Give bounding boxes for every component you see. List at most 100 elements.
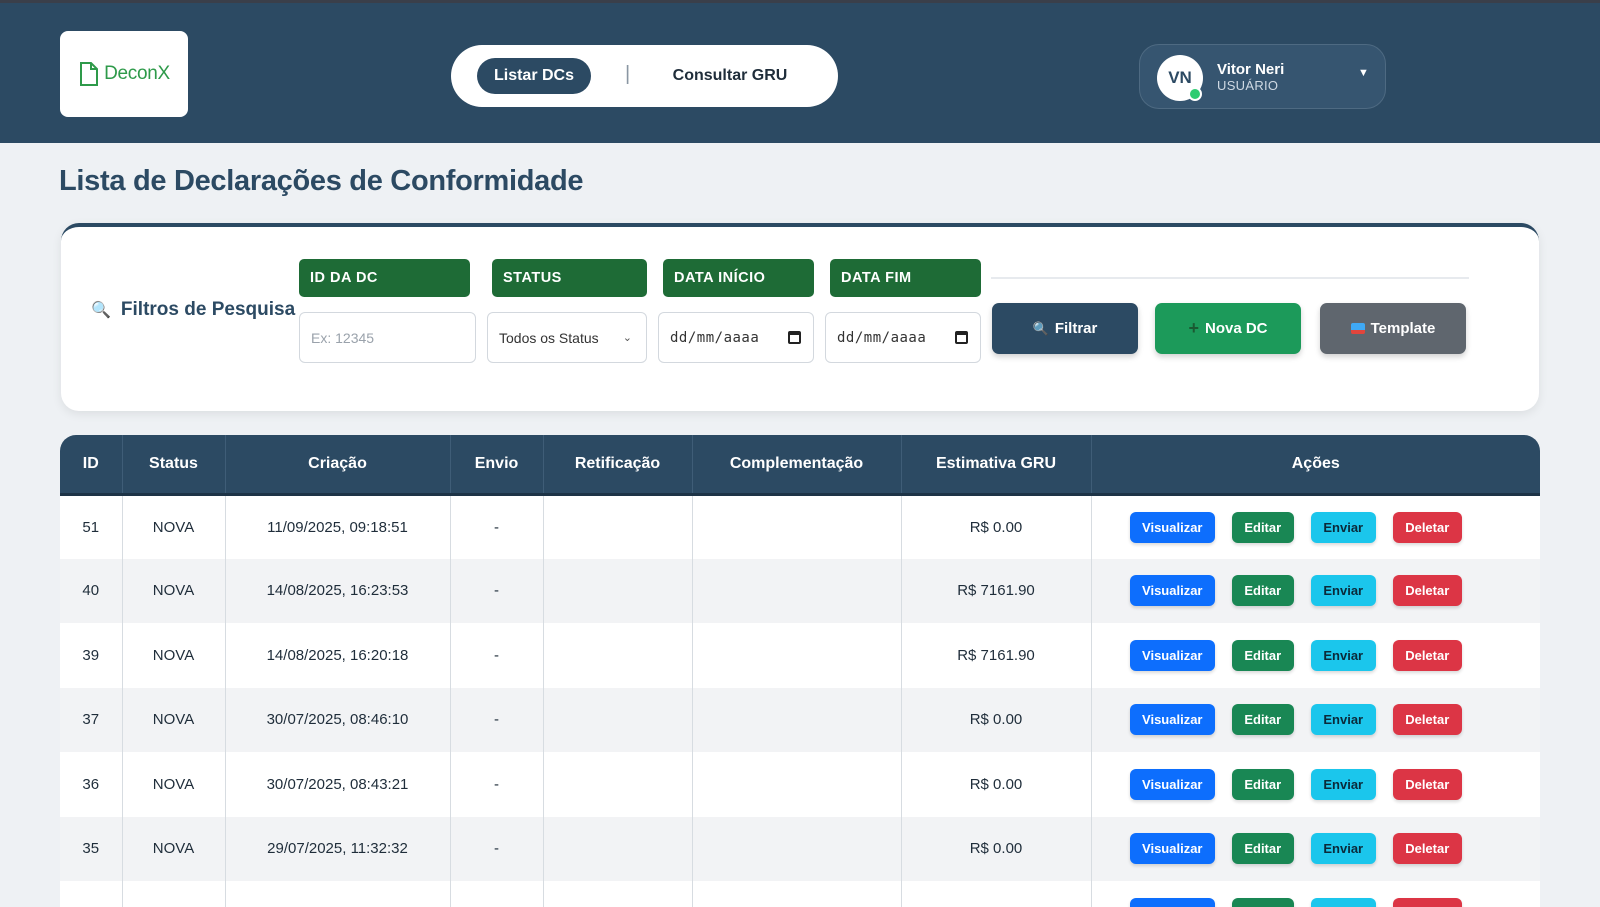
filter-button[interactable]: 🔍 Filtrar [992, 303, 1138, 354]
end-date-input[interactable]: dd/mm/aaaa [825, 312, 981, 363]
search-icon: 🔍 [91, 302, 111, 319]
user-menu[interactable]: VN Vitor Neri USUÁRIO ▼ [1139, 44, 1386, 109]
col-header-sent[interactable]: Envio [450, 435, 544, 496]
cell-status: NOVA [122, 687, 226, 752]
send-button[interactable]: Enviar [1310, 833, 1376, 865]
id-input-placeholder: Ex: 12345 [311, 329, 375, 346]
col-header-actions: Ações [1091, 435, 1540, 496]
cell-rectification [543, 558, 693, 623]
view-button[interactable]: Visualizar [1129, 639, 1215, 671]
calendar-icon[interactable] [788, 331, 801, 344]
start-date-input[interactable]: dd/mm/aaaa [658, 312, 814, 363]
edit-button[interactable]: Editar [1231, 639, 1294, 671]
divider [991, 277, 1469, 279]
end-date-label: DATA FIM [830, 259, 981, 297]
template-button-label: Template [1370, 320, 1436, 337]
col-header-gru[interactable]: Estimativa GRU [901, 435, 1092, 496]
cell-complement [692, 816, 902, 881]
delete-button[interactable]: Deletar [1392, 511, 1462, 543]
app-logo[interactable]: DeconX [60, 31, 188, 117]
delete-button[interactable]: Deletar [1392, 575, 1462, 607]
view-button[interactable]: Visualizar [1129, 575, 1215, 607]
table-row: 39 NOVA 14/08/2025, 16:20:18- R$ 7161.90 Vis… [60, 623, 1540, 688]
cell-status: NOVA [122, 752, 226, 817]
filter-button-label: Filtrar [1054, 320, 1098, 337]
view-button[interactable]: Visualizar [1129, 768, 1215, 800]
cell-actions: Visualizar Editar Enviar Deletar [1091, 558, 1540, 623]
chevron-down-icon: ⌄ [622, 332, 632, 344]
cell-sent: - [450, 558, 544, 623]
cell-sent [450, 881, 544, 907]
send-button[interactable]: Enviar [1310, 704, 1376, 736]
end-date-placeholder: dd/mm/aaaa [837, 329, 927, 346]
delete-button[interactable]: Deletar [1392, 704, 1462, 736]
new-dc-button[interactable]: + Nova DC [1155, 303, 1301, 354]
col-header-status[interactable]: Status [122, 435, 226, 496]
cell-id [60, 881, 123, 907]
status-select[interactable]: Todos os Status ⌄ [487, 312, 647, 363]
id-label: ID DA DC [299, 259, 470, 297]
cell-created: 29/07/2025, 11:32:32 [225, 816, 451, 881]
nav-listar-dcs[interactable]: Listar DCs [477, 58, 591, 94]
inbox-tray-icon [1350, 323, 1365, 334]
main-nav: Listar DCs | Consultar GRU [451, 45, 838, 107]
cell-actions: Visualizar Editar Enviar Deletar [1091, 494, 1540, 559]
cell-created: 30/07/2025, 08:43:21 [225, 752, 451, 817]
cell-sent: - [450, 816, 544, 881]
new-dc-button-label: Nova DC [1205, 320, 1268, 337]
col-header-complement[interactable]: Complementação [692, 435, 902, 496]
start-date-placeholder: dd/mm/aaaa [670, 329, 760, 346]
delete-button[interactable]: Deletar [1392, 768, 1462, 800]
cell-gru: R$ 7161.90 [901, 558, 1092, 623]
cell-complement [692, 752, 902, 817]
delete-button[interactable]: Deletar [1392, 897, 1462, 907]
table-row: 35 NOVA 29/07/2025, 11:32:32- R$ 0.00 Visual… [60, 816, 1540, 881]
send-button[interactable]: Enviar [1310, 897, 1376, 907]
chevron-down-icon[interactable]: ▼ [1358, 67, 1369, 79]
cell-rectification [543, 816, 693, 881]
send-button[interactable]: Enviar [1310, 511, 1376, 543]
edit-button[interactable]: Editar [1231, 575, 1294, 607]
dc-table: ID Status Criação Envio Retificação Comp… [60, 435, 1540, 907]
logo-text: DeconX [104, 63, 170, 84]
cell-rectification [543, 494, 693, 559]
cell-sent: - [450, 752, 544, 817]
table-row: Visualizar Editar Enviar Deletar [60, 881, 1540, 907]
col-header-created[interactable]: Criação [225, 435, 451, 496]
cell-status: NOVA [122, 816, 226, 881]
col-header-rectification[interactable]: Retificação [543, 435, 693, 496]
edit-button[interactable]: Editar [1231, 511, 1294, 543]
table-row: 37 NOVA 30/07/2025, 08:46:10- R$ 0.00 Visual… [60, 687, 1540, 752]
edit-button[interactable]: Editar [1231, 768, 1294, 800]
send-button[interactable]: Enviar [1310, 768, 1376, 800]
cell-rectification [543, 881, 693, 907]
template-button[interactable]: Template [1320, 303, 1466, 354]
cell-actions: Visualizar Editar Enviar Deletar [1091, 881, 1540, 907]
start-date-label: DATA INÍCIO [663, 259, 814, 297]
cell-created: 30/07/2025, 08:46:10 [225, 687, 451, 752]
view-button[interactable]: Visualizar [1129, 833, 1215, 865]
edit-button[interactable]: Editar [1231, 833, 1294, 865]
col-header-id[interactable]: ID [60, 435, 123, 496]
delete-button[interactable]: Deletar [1392, 639, 1462, 671]
edit-button[interactable]: Editar [1231, 897, 1294, 907]
cell-gru [901, 881, 1092, 907]
view-button[interactable]: Visualizar [1129, 511, 1215, 543]
cell-created: 14/08/2025, 16:23:53 [225, 558, 451, 623]
filter-panel: 🔍 Filtros de Pesquisa ID DA DC STATUS DA… [61, 223, 1539, 411]
edit-button[interactable]: Editar [1231, 704, 1294, 736]
nav-consultar-gru[interactable]: Consultar GRU [665, 58, 795, 94]
cell-complement [692, 558, 902, 623]
calendar-icon[interactable] [955, 331, 968, 344]
send-button[interactable]: Enviar [1310, 575, 1376, 607]
id-input[interactable]: Ex: 12345 [299, 312, 476, 363]
delete-button[interactable]: Deletar [1392, 833, 1462, 865]
table-header-row: ID Status Criação Envio Retificação Comp… [60, 435, 1540, 496]
view-button[interactable]: Visualizar [1129, 704, 1215, 736]
view-button[interactable]: Visualizar [1129, 897, 1215, 907]
table-row: 51 NOVA 11/09/2025, 09:18:51- R$ 0.00 Visual… [60, 494, 1540, 559]
cell-sent: - [450, 623, 544, 688]
cell-rectification [543, 623, 693, 688]
document-icon [80, 62, 99, 86]
send-button[interactable]: Enviar [1310, 639, 1376, 671]
